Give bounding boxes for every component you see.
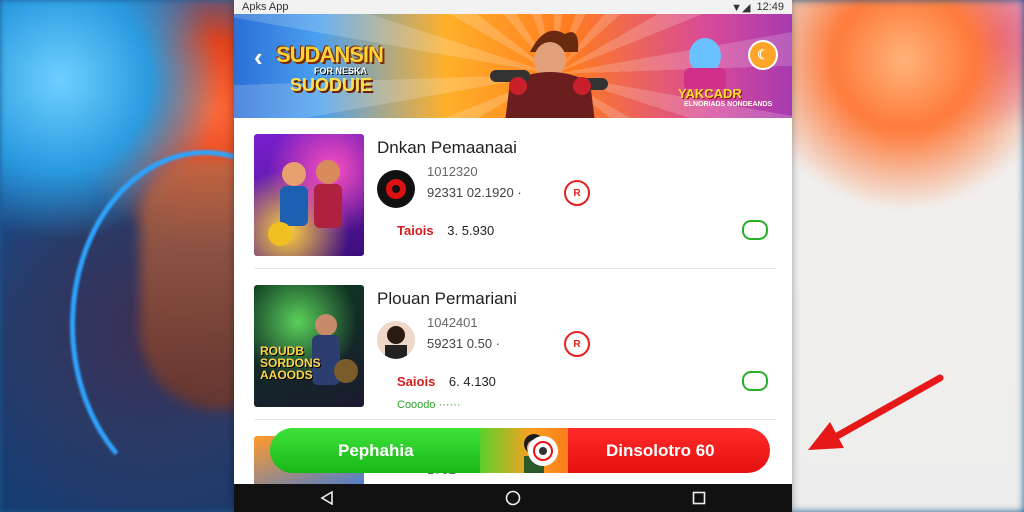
price-row: Saiois 6. 4.130: [397, 374, 496, 389]
avatar: [377, 170, 415, 208]
list-item[interactable]: Dnkan Pemaanaai 1012320 92331 02.1920 · …: [254, 118, 776, 269]
game-thumbnail: [254, 134, 364, 256]
thumbnail-text: ROUDB SORDONS AAOODS: [260, 344, 321, 382]
price-value: 3. 5.930: [447, 223, 495, 238]
game-meta-info: 92331 02.1920 ·: [427, 185, 522, 200]
triangle-back-icon[interactable]: [317, 488, 337, 508]
green-note: Cooodo ······: [397, 399, 461, 411]
status-right: ▼◢ 12:49: [731, 1, 784, 14]
game-meta-info: 59231 0.50 ·: [427, 336, 501, 351]
banner-badge-icon[interactable]: ☾: [748, 40, 778, 70]
game-meta-id: 1042401: [427, 315, 478, 330]
price-value: 6. 4.130: [448, 374, 496, 389]
recommend-icon[interactable]: R: [564, 331, 590, 357]
avatar: [377, 321, 415, 359]
heart-icon[interactable]: [742, 371, 768, 391]
square-recents-icon[interactable]: [689, 488, 709, 508]
circle-home-icon[interactable]: [503, 488, 523, 508]
heart-icon[interactable]: [742, 220, 768, 240]
banner-right-title: YAKCADR: [678, 86, 742, 101]
banner-title-line1: SUDANSIN: [276, 42, 384, 67]
price-label: Taiois: [397, 223, 434, 238]
game-thumbnail: ROUDB SORDONS AAOODS: [254, 285, 364, 407]
banner-character-icon: [684, 38, 726, 90]
list-item[interactable]: ROUDB SORDONS AAOODS Plouan Permariani 104…: [254, 269, 776, 420]
game-title: Plouan Permariani: [377, 289, 517, 308]
price-row: Taiois 3. 5.930: [397, 223, 494, 238]
status-bar: Apks App ▼◢ 12:49: [234, 0, 792, 14]
back-button[interactable]: ‹: [254, 42, 263, 73]
action-bar: Pephahia Dinsolotro 60: [270, 428, 770, 473]
game-meta-id: 1012320: [427, 164, 478, 179]
status-time: 12:49: [756, 1, 784, 13]
banner-title-line3: SUODUIE: [290, 75, 373, 95]
status-app-name: Apks App: [242, 1, 289, 13]
red-pointer-arrow-icon: [808, 374, 944, 450]
price-label: Saiois: [397, 374, 436, 389]
android-nav-bar: [234, 484, 792, 512]
game-title: Dnkan Pemaanaai: [377, 138, 517, 157]
center-action-icon[interactable]: [528, 436, 558, 466]
recommend-icon[interactable]: R: [564, 180, 590, 206]
signal-icon: ▼◢: [731, 1, 751, 14]
phone-screen: Apks App ▼◢ 12:49 ‹ SUDANSIN FOR NESKA S…: [234, 0, 792, 512]
banner-right-subtitle: ELNORIADS NONDEANDS: [684, 101, 773, 108]
hero-character-art: [490, 30, 608, 118]
banner-title-art: SUDANSIN FOR NESKA SUODUIE: [276, 42, 436, 95]
header-banner: ‹ SUDANSIN FOR NESKA SUODUIE YAKCADR ELN…: [234, 14, 792, 118]
right-action-button[interactable]: Dinsolotro 60: [568, 428, 770, 473]
thumbnail-characters: [268, 160, 342, 246]
